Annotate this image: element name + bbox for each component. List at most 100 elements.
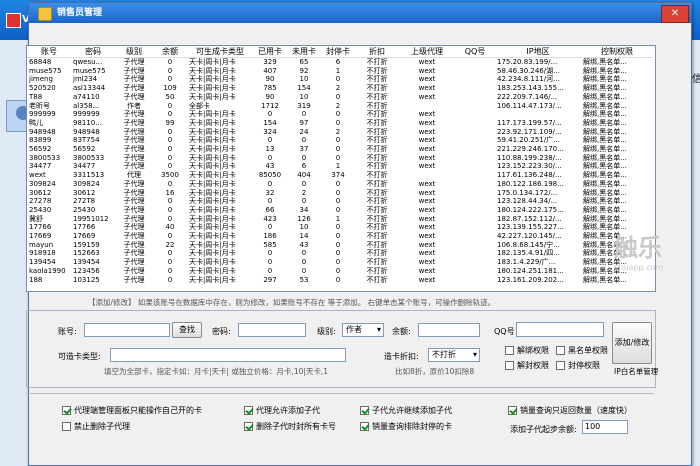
password-input[interactable] [238,323,306,337]
table-cell: 子代理 [123,153,145,162]
column-header[interactable]: 控制权限 [581,46,653,58]
table-row[interactable]: 999999 999999 子代理 0 天卡|周卡|月卡 0 0 0 不打折 wext 解绑,黑名单… [27,110,653,119]
perm-unbind-checkbox[interactable]: 解绑权限 [505,345,549,356]
column-header[interactable]: 账号 [27,46,71,58]
table-row[interactable]: 27278 272T8 子代理 0 天卡|周卡|月卡 0 0 0 不打折 wext 123.128.… [27,197,653,206]
table-row[interactable]: jimeng jml234 子代理 0 天卡|周卡|月卡 90 10 0 不打折 wext 42.2… [27,75,653,84]
ip-whitelist-link[interactable]: IP白名单管理 [614,366,658,377]
column-header[interactable]: 级别 [115,46,153,58]
table-cell: 不打折 [366,58,388,66]
table-cell: 221.229.246.170... [497,145,564,154]
table-row[interactable]: 68848 qwesu... 子代理 0 天卡|周卡|月卡 329 65 6 不打折 wext 17… [27,58,653,67]
table-cell: 不打折 [366,188,388,197]
table-row[interactable]: wext 3311513 代理 3500 天卡|周卡|月卡 85050 404 374 不打折 1… [27,171,653,180]
table-row[interactable]: 83899 83T754 子代理 0 天卡|周卡|月卡 0 0 0 不打折 wext 59.41.2… [27,136,653,145]
column-header[interactable]: 密码 [71,46,115,58]
table-cell: 0 [335,75,341,84]
table-cell: 天卡|周卡|月卡 [189,232,236,241]
table-row[interactable]: mayun 159159 子代理 22 天卡|周卡|月卡 585 43 0 不打折 wext 106… [27,241,653,250]
option-own-cards-only[interactable]: 代理端管理面板只能操作自己开的卡 [62,405,202,416]
account-input[interactable] [84,323,170,337]
table-row[interactable]: 56592 56592 子代理 0 天卡|周卡|月卡 13 37 0 不打折 wext 221.22… [27,145,653,154]
table-row[interactable]: 冀舒 19951012 子代理 0 天卡|周卡|月卡 423 126 1 不打折 wext 182.… [27,215,653,224]
table-cell: 不打折 [366,171,388,180]
table-cell: 天卡|周卡|月卡 [189,266,236,275]
table-cell: 代理 [127,171,141,180]
table-cell [455,145,495,154]
table-cell: 天卡|周卡|月卡 [189,92,236,101]
account-label: 账号: [58,327,77,336]
table-row[interactable]: kaola1990 123456 子代理 0 天卡|周卡|月卡 0 0 0 不打折 wext 180… [27,267,653,276]
option-exclude-banned[interactable]: 销量查询排除封停的卡 [360,421,452,432]
column-header[interactable]: IP地区 [495,46,581,58]
seller-table[interactable]: 账号 密码 级别 余额 可生成卡类型 已用卡 未用卡 封停卡 折扣 上级代理 QQ号 IP地区 控制权限… [26,45,656,292]
table-cell: 0 [167,232,173,241]
column-header[interactable]: QQ号 [455,46,495,58]
table-cell: wext [29,171,46,180]
card-type-note: 填空为全部卡，指定卡如：月卡|天卡| 或独立价格：月卡,10|天卡,1 [104,367,329,376]
table-cell: 天卡|周卡|月卡 [189,249,236,258]
dialog-title: 销售员管理 [57,8,103,18]
column-header[interactable]: 上级代理 [399,46,455,58]
perm-unban-checkbox[interactable]: 解封权限 [505,360,549,371]
balance-input[interactable] [418,323,480,337]
column-header[interactable]: 可生成卡类型 [187,46,253,58]
discount-select[interactable]: 不打折 [428,348,480,362]
card-type-input[interactable] [110,348,346,362]
table-cell: 0 [301,110,307,119]
table-row[interactable]: T88 a74110 子代理 50 天卡|周卡|月卡 90 10 0 不打折 wext 222.20… [27,93,653,102]
table-row[interactable]: 948948 948948 子代理 0 天卡|周卡|月卡 324 24 2 不打折 wext 223… [27,128,653,137]
option-forbid-delete-subagent[interactable]: 禁止删除子代理 [62,421,130,432]
divider [26,393,654,394]
perm-blacklist-checkbox[interactable]: 黑名单权限 [556,345,608,356]
table-cell: 0 [301,136,307,145]
table-cell: 272T8 [73,197,96,206]
table-cell [455,267,495,276]
column-header[interactable]: 封停卡 [321,46,355,58]
table-cell: 0 [267,110,273,119]
table-row[interactable]: 309824 309824 子代理 0 天卡|周卡|月卡 0 0 0 不打折 wext 180.12… [27,180,653,189]
add-modify-button[interactable]: 添加/修改 [612,322,652,364]
table-row[interactable]: 老昕号 al358... 作者 0 全部卡 1712 319 2 不打折 106.114.47.1… [27,102,653,111]
table-cell: 10 [299,75,309,84]
perm-ban-checkbox[interactable]: 封停权限 [556,360,600,371]
table-row[interactable]: 25430 25430 子代理 0 天卡|周卡|月卡 66 34 0 不打折 wext 180.12… [27,206,653,215]
table-row[interactable]: 30612 30612 子代理 16 天卡|周卡|月卡 32 2 0 不打折 wext 175.0.… [27,189,653,198]
query-button[interactable]: 查找 [172,322,202,338]
table-cell: 0 [167,162,173,171]
table-cell: 0 [167,66,173,75]
table-row[interactable]: 3800533 3800533 子代理 0 天卡|周卡|月卡 0 0 0 不打折 wext 110.… [27,154,653,163]
column-header[interactable]: 已用卡 [253,46,287,58]
table-row[interactable]: 34477 34477 子代理 0 天卡|周卡|月卡 43 6 1 不打折 wext 123.152… [27,162,653,171]
table-row[interactable]: 918918 152663 子代理 0 天卡|周卡|月卡 0 0 0 不打折 wext 182.13… [27,249,653,258]
min-balance-input[interactable]: 100 [582,420,628,434]
column-header[interactable]: 未用卡 [287,46,321,58]
table-cell: 0 [301,153,307,162]
table-cell: 天卡|周卡|月卡 [189,110,236,119]
option-subagent-nesting[interactable]: 子代允许继续添加子代 [360,405,452,416]
close-button[interactable]: ✕ [661,5,689,23]
qq-input[interactable] [516,322,604,337]
column-header[interactable]: 余额 [153,46,187,58]
table-cell: 子代理 [123,118,145,127]
table-row[interactable]: 139454 139454 子代理 0 天卡|周卡|月卡 0 0 0 不打折 wext 183.1.… [27,258,653,267]
option-ban-cards-on-delete[interactable]: 删除子代时封所有卡号 [244,421,336,432]
table-row[interactable]: muse575 muse575 子代理 0 天卡|周卡|月卡 407 92 1 不打折 wext 5… [27,67,653,76]
table-cell: 123.139.155.227... [497,223,564,232]
option-allow-subagent[interactable]: 代理允许添加子代 [244,405,320,416]
table-cell: 0 [335,197,341,206]
table-cell: 0 [301,179,307,188]
table-row[interactable]: 鸭儿 98110... 子代理 99 天卡|周卡|月卡 154 97 0 不打折 wext 117.… [27,119,653,128]
table-cell: 0 [267,197,273,206]
table-cell: 50 [165,92,175,101]
column-header[interactable]: 折扣 [355,46,399,58]
table-cell: 297 [263,275,277,284]
table-cell: 106.114.47.173/... [497,101,562,110]
table-row[interactable]: 188 103125 子代理 0 天卡|周卡|月卡 297 53 0 不打折 wext 123.16… [27,276,653,285]
level-select[interactable]: 作者 [342,323,384,337]
dialog-titlebar[interactable]: 销售员管理 ✕ [29,3,691,23]
option-count-only[interactable]: 销量查询只返回数量（速度快） [508,405,632,416]
table-row[interactable]: 17669 17669 子代理 0 天卡|周卡|月卡 186 14 0 不打折 wext 42.22… [27,232,653,241]
table-row[interactable]: 520520 asl13344 子代理 109 天卡|周卡|月卡 785 154 2 不打折 we… [27,84,653,93]
table-row[interactable]: 17766 17766 子代理 40 天卡|周卡|月卡 0 10 0 不打折 wext 123.13… [27,223,653,232]
